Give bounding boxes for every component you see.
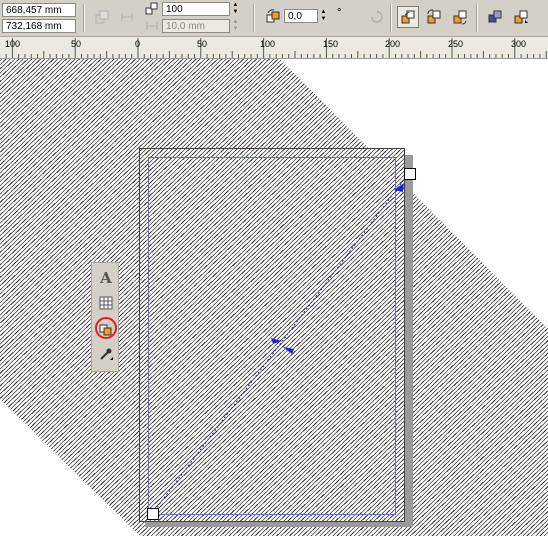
separator (476, 4, 478, 32)
ruler-label: 50 (71, 39, 82, 49)
ruler-label: 0 (135, 39, 141, 49)
blend-steps-spinner[interactable]: ▲ ▼ (231, 2, 240, 16)
blend-spacing-spinner[interactable]: ▲ ▼ (231, 19, 240, 33)
clockwise-blend-icon[interactable] (423, 6, 445, 28)
spacing-icon[interactable] (116, 6, 138, 28)
rotation-unit: ° (337, 7, 342, 19)
eyedropper-icon[interactable] (95, 343, 117, 365)
object-acceleration-icon[interactable] (510, 6, 532, 28)
x-position-field[interactable]: 668,457 mm (2, 3, 76, 17)
acceleration-sliders[interactable] (0, 59, 548, 536)
table-icon[interactable] (95, 292, 117, 314)
object-accel-slider (283, 347, 294, 354)
ruler-label: 100 (260, 39, 276, 49)
steps-icon (143, 1, 161, 17)
rotation-input[interactable]: 0,0 (284, 9, 318, 23)
horizontal-ruler[interactable]: 100 50 0 50 100 150 200 250 300 (0, 37, 548, 59)
separator (83, 4, 85, 32)
preset-list-icon[interactable] (91, 6, 113, 28)
ruler-label: 200 (385, 39, 401, 49)
separator (390, 4, 392, 32)
rotation-icon (262, 6, 284, 28)
interactive-blend-icon[interactable] (95, 317, 117, 339)
ruler-label: 300 (511, 39, 527, 49)
tool-flyout: A (91, 262, 119, 372)
counterclockwise-blend-icon[interactable] (449, 6, 471, 28)
artistic-text-glyph: A (100, 269, 112, 287)
direct-blend-icon[interactable] (397, 6, 419, 28)
separator (253, 4, 255, 32)
object-color-icon[interactable] (484, 6, 506, 28)
drawing-canvas[interactable]: A (0, 59, 548, 536)
artistic-text-icon[interactable]: A (95, 267, 117, 289)
color-accel-slider (271, 338, 282, 344)
property-bar: 668,457 mm 732,168 mm 100 ▲ ▼ 10,0 mm ▲ ▼ … (0, 0, 548, 37)
rotation-spinner[interactable]: ▲ ▼ (319, 9, 328, 23)
y-position-field[interactable]: 732,168 mm (2, 19, 76, 33)
loop-blend-icon[interactable] (366, 6, 388, 28)
blend-spacing-input[interactable]: 10,0 mm (162, 19, 230, 33)
start-arrow-marker (394, 183, 404, 192)
blend-steps-input[interactable]: 100 (162, 2, 230, 16)
ruler-label: 250 (448, 39, 464, 49)
ruler-label: 150 (323, 39, 339, 49)
ruler-label: 100 (5, 39, 21, 49)
spacing-row-icon (143, 18, 161, 34)
ruler-label: 50 (197, 39, 208, 49)
